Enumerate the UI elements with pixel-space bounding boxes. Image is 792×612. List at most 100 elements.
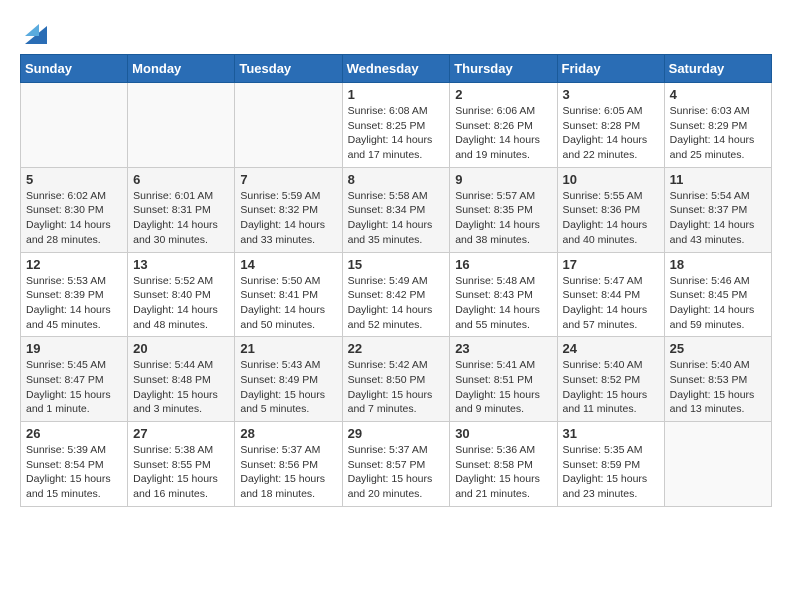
calendar-cell: 18 Sunrise: 5:46 AM Sunset: 8:45 PM Dayli… — [664, 252, 771, 337]
day-number: 6 — [133, 172, 229, 187]
day-info: Sunrise: 5:37 AM Sunset: 8:56 PM Dayligh… — [240, 443, 336, 502]
calendar-cell: 30Sunrise: 5:36 AM Sunset: 8:58 PM Dayli… — [450, 422, 557, 507]
day-info: Sunrise: 5:58 AM Sunset: 8:34 PM Dayligh… — [348, 189, 445, 248]
day-info: Sunrise: 5:44 AM Sunset: 8:48 PM Dayligh… — [133, 358, 229, 417]
calendar-cell: 11 Sunrise: 5:54 AM Sunset: 8:37 PM Dayli… — [664, 167, 771, 252]
day-number: 4 — [670, 87, 766, 102]
day-number: 12 — [26, 257, 122, 272]
calendar-cell: 6Sunrise: 6:01 AM Sunset: 8:31 PM Daylig… — [128, 167, 235, 252]
calendar-cell: 24 Sunrise: 5:40 AM Sunset: 8:52 PM Dayli… — [557, 337, 664, 422]
calendar-table: SundayMondayTuesdayWednesdayThursdayFrid… — [20, 54, 772, 507]
week-row-5: 26Sunrise: 5:39 AM Sunset: 8:54 PM Dayli… — [21, 422, 772, 507]
calendar-cell — [235, 83, 342, 168]
calendar-cell: 27 Sunrise: 5:38 AM Sunset: 8:55 PM Dayli… — [128, 422, 235, 507]
column-header-wednesday: Wednesday — [342, 55, 450, 83]
day-number: 28 — [240, 426, 336, 441]
calendar-cell: 12 Sunrise: 5:53 AM Sunset: 8:39 PM Dayli… — [21, 252, 128, 337]
calendar-cell: 9 Sunrise: 5:57 AM Sunset: 8:35 PM Daylig… — [450, 167, 557, 252]
calendar-cell: 14Sunrise: 5:50 AM Sunset: 8:41 PM Dayli… — [235, 252, 342, 337]
calendar-cell: 31 Sunrise: 5:35 AM Sunset: 8:59 PM Dayli… — [557, 422, 664, 507]
calendar-cell — [21, 83, 128, 168]
column-header-thursday: Thursday — [450, 55, 557, 83]
day-info: Sunrise: 5:53 AM Sunset: 8:39 PM Dayligh… — [26, 274, 122, 333]
calendar-cell: 20 Sunrise: 5:44 AM Sunset: 8:48 PM Dayli… — [128, 337, 235, 422]
day-number: 31 — [563, 426, 659, 441]
column-header-saturday: Saturday — [664, 55, 771, 83]
day-number: 11 — [670, 172, 766, 187]
day-number: 21 — [240, 341, 336, 356]
calendar-cell: 22 Sunrise: 5:42 AM Sunset: 8:50 PM Dayli… — [342, 337, 450, 422]
calendar-cell: 3Sunrise: 6:05 AM Sunset: 8:28 PM Daylig… — [557, 83, 664, 168]
calendar-cell: 28 Sunrise: 5:37 AM Sunset: 8:56 PM Dayli… — [235, 422, 342, 507]
calendar-cell: 26Sunrise: 5:39 AM Sunset: 8:54 PM Dayli… — [21, 422, 128, 507]
day-number: 2 — [455, 87, 551, 102]
day-info: Sunrise: 5:37 AM Sunset: 8:57 PM Dayligh… — [348, 443, 445, 502]
week-row-3: 12 Sunrise: 5:53 AM Sunset: 8:39 PM Dayli… — [21, 252, 772, 337]
day-number: 26 — [26, 426, 122, 441]
calendar-cell: 7 Sunrise: 5:59 AM Sunset: 8:32 PM Daylig… — [235, 167, 342, 252]
calendar-cell: 15 Sunrise: 5:49 AM Sunset: 8:42 PM Dayli… — [342, 252, 450, 337]
day-number: 1 — [348, 87, 445, 102]
day-info: Sunrise: 6:06 AM Sunset: 8:26 PM Dayligh… — [455, 104, 551, 163]
day-info: Sunrise: 6:08 AM Sunset: 8:25 PM Dayligh… — [348, 104, 445, 163]
logo — [20, 20, 47, 44]
week-row-4: 19 Sunrise: 5:45 AM Sunset: 8:47 PM Dayli… — [21, 337, 772, 422]
day-info: Sunrise: 5:52 AM Sunset: 8:40 PM Dayligh… — [133, 274, 229, 333]
day-info: Sunrise: 5:46 AM Sunset: 8:45 PM Dayligh… — [670, 274, 766, 333]
day-info: Sunrise: 5:55 AM Sunset: 8:36 PM Dayligh… — [563, 189, 659, 248]
calendar-cell: 17Sunrise: 5:47 AM Sunset: 8:44 PM Dayli… — [557, 252, 664, 337]
week-row-1: 1 Sunrise: 6:08 AM Sunset: 8:25 PM Daylig… — [21, 83, 772, 168]
day-info: Sunrise: 5:41 AM Sunset: 8:51 PM Dayligh… — [455, 358, 551, 417]
calendar-cell: 16 Sunrise: 5:48 AM Sunset: 8:43 PM Dayli… — [450, 252, 557, 337]
day-number: 30 — [455, 426, 551, 441]
day-info: Sunrise: 5:54 AM Sunset: 8:37 PM Dayligh… — [670, 189, 766, 248]
day-info: Sunrise: 5:43 AM Sunset: 8:49 PM Dayligh… — [240, 358, 336, 417]
day-number: 8 — [348, 172, 445, 187]
day-info: Sunrise: 5:40 AM Sunset: 8:53 PM Dayligh… — [670, 358, 766, 417]
column-header-sunday: Sunday — [21, 55, 128, 83]
day-number: 18 — [670, 257, 766, 272]
day-info: Sunrise: 5:57 AM Sunset: 8:35 PM Dayligh… — [455, 189, 551, 248]
day-number: 22 — [348, 341, 445, 356]
day-info: Sunrise: 5:42 AM Sunset: 8:50 PM Dayligh… — [348, 358, 445, 417]
calendar-cell: 23 Sunrise: 5:41 AM Sunset: 8:51 PM Dayli… — [450, 337, 557, 422]
column-header-monday: Monday — [128, 55, 235, 83]
day-info: Sunrise: 5:49 AM Sunset: 8:42 PM Dayligh… — [348, 274, 445, 333]
day-info: Sunrise: 6:05 AM Sunset: 8:28 PM Dayligh… — [563, 104, 659, 163]
day-info: Sunrise: 5:48 AM Sunset: 8:43 PM Dayligh… — [455, 274, 551, 333]
day-number: 23 — [455, 341, 551, 356]
day-number: 19 — [26, 341, 122, 356]
day-number: 25 — [670, 341, 766, 356]
day-info: Sunrise: 5:38 AM Sunset: 8:55 PM Dayligh… — [133, 443, 229, 502]
day-number: 9 — [455, 172, 551, 187]
day-info: Sunrise: 5:35 AM Sunset: 8:59 PM Dayligh… — [563, 443, 659, 502]
day-number: 29 — [348, 426, 445, 441]
calendar-cell: 10Sunrise: 5:55 AM Sunset: 8:36 PM Dayli… — [557, 167, 664, 252]
day-number: 5 — [26, 172, 122, 187]
week-row-2: 5Sunrise: 6:02 AM Sunset: 8:30 PM Daylig… — [21, 167, 772, 252]
calendar-cell — [664, 422, 771, 507]
day-info: Sunrise: 5:59 AM Sunset: 8:32 PM Dayligh… — [240, 189, 336, 248]
day-number: 20 — [133, 341, 229, 356]
logo-icon — [25, 16, 47, 44]
day-number: 16 — [455, 257, 551, 272]
day-info: Sunrise: 6:03 AM Sunset: 8:29 PM Dayligh… — [670, 104, 766, 163]
day-number: 24 — [563, 341, 659, 356]
day-info: Sunrise: 5:47 AM Sunset: 8:44 PM Dayligh… — [563, 274, 659, 333]
day-number: 14 — [240, 257, 336, 272]
day-number: 13 — [133, 257, 229, 272]
calendar-cell: 13 Sunrise: 5:52 AM Sunset: 8:40 PM Dayli… — [128, 252, 235, 337]
calendar-cell: 4 Sunrise: 6:03 AM Sunset: 8:29 PM Daylig… — [664, 83, 771, 168]
day-info: Sunrise: 5:45 AM Sunset: 8:47 PM Dayligh… — [26, 358, 122, 417]
day-number: 15 — [348, 257, 445, 272]
calendar-cell: 29 Sunrise: 5:37 AM Sunset: 8:57 PM Dayli… — [342, 422, 450, 507]
day-info: Sunrise: 5:40 AM Sunset: 8:52 PM Dayligh… — [563, 358, 659, 417]
calendar-cell: 1 Sunrise: 6:08 AM Sunset: 8:25 PM Daylig… — [342, 83, 450, 168]
day-number: 27 — [133, 426, 229, 441]
calendar-cell: 5Sunrise: 6:02 AM Sunset: 8:30 PM Daylig… — [21, 167, 128, 252]
column-header-friday: Friday — [557, 55, 664, 83]
calendar-header-row: SundayMondayTuesdayWednesdayThursdayFrid… — [21, 55, 772, 83]
calendar-cell: 8 Sunrise: 5:58 AM Sunset: 8:34 PM Daylig… — [342, 167, 450, 252]
calendar-cell: 19 Sunrise: 5:45 AM Sunset: 8:47 PM Dayli… — [21, 337, 128, 422]
day-number: 7 — [240, 172, 336, 187]
